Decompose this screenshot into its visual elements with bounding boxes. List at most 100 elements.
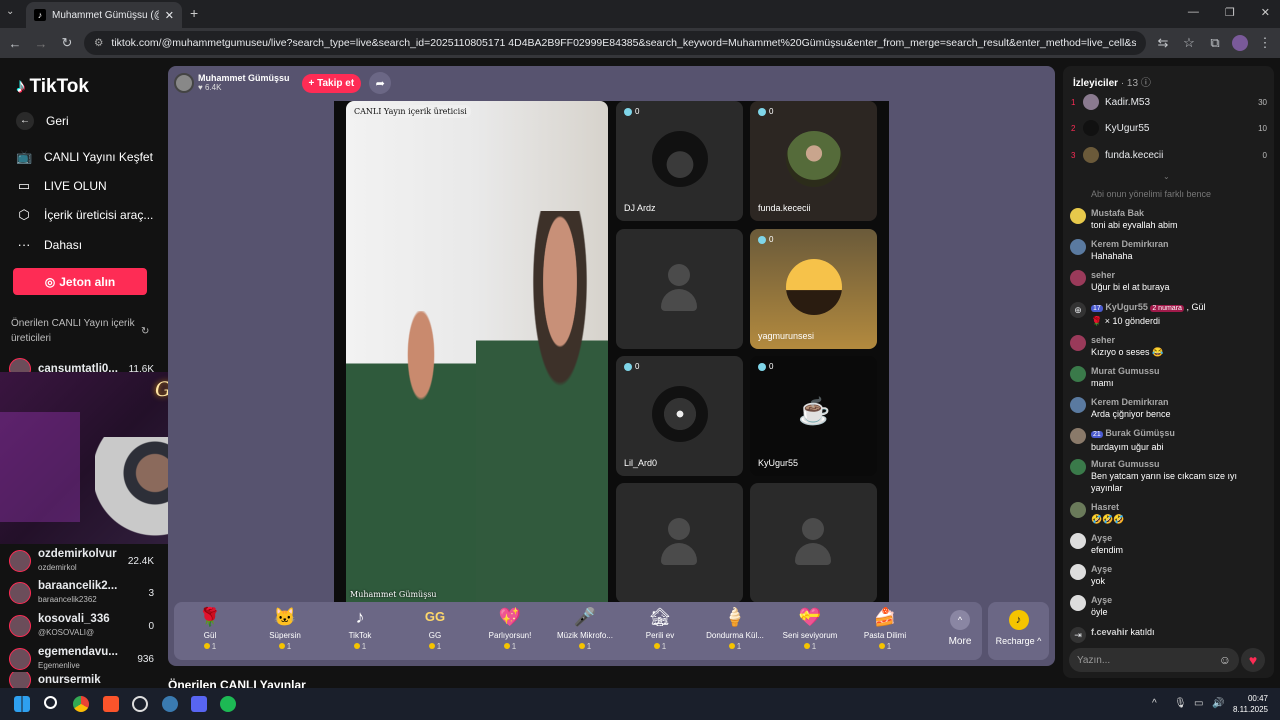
chat-username[interactable]: Kerem Demirkıran: [1091, 396, 1171, 408]
network-app-icon[interactable]: [162, 696, 178, 712]
empty-seat[interactable]: [616, 483, 743, 603]
gift-gg[interactable]: GG GG 1: [399, 606, 471, 658]
chat-username[interactable]: seher: [1091, 269, 1170, 281]
site-info-icon[interactable]: ⚙: [94, 37, 103, 49]
tab-list-button[interactable]: ⌄: [6, 6, 14, 17]
gift-supersin[interactable]: 🐱 Süpersin 1: [249, 606, 321, 658]
guest-seat[interactable]: 0 ☕ KyUgur55: [750, 356, 877, 476]
back-arrow-icon[interactable]: ←: [6, 36, 24, 51]
chat-username[interactable]: Kerem Demirkıran: [1091, 238, 1169, 250]
volume-tray-icon[interactable]: 🔊: [1212, 698, 1224, 709]
avatar[interactable]: [1070, 459, 1086, 475]
suggested-creator[interactable]: ozdemirkolvur ozdemirkol 22.4K: [9, 546, 154, 576]
share-icon[interactable]: ➦: [369, 72, 392, 94]
back-link[interactable]: ← Geri: [16, 112, 69, 130]
more-gifts-button[interactable]: ^ More: [940, 610, 980, 647]
chat-username[interactable]: Ayşe: [1091, 594, 1112, 606]
avatar[interactable]: [1070, 564, 1086, 580]
avatar[interactable]: [1070, 502, 1086, 518]
avatar[interactable]: [1070, 533, 1086, 549]
reload-icon[interactable]: ↻: [58, 35, 76, 51]
chat-username[interactable]: Murat Gumussu: [1091, 365, 1160, 377]
guest-seat[interactable]: 0 DJ Ardz: [616, 101, 743, 221]
sidebar-item-creator-tools[interactable]: ⬡ İçerik üreticisi araç...: [16, 207, 153, 223]
gift-microphone[interactable]: 🎤 Müzik Mikrofo... 1: [549, 606, 621, 658]
recharge-button[interactable]: ♪ Recharge ^: [988, 602, 1049, 660]
empty-seat[interactable]: [616, 229, 743, 349]
brave-icon[interactable]: [103, 696, 119, 712]
search-icon[interactable]: [44, 696, 57, 709]
chat-username[interactable]: Ayşe: [1091, 532, 1123, 544]
top-viewer-row[interactable]: 1 Kadir.M53 30: [1071, 93, 1267, 111]
avatar[interactable]: [1070, 366, 1086, 382]
tiktok-logo[interactable]: ♪ TikTok: [16, 76, 89, 98]
display-tray-icon[interactable]: ▭: [1194, 698, 1203, 709]
gift-cake-slice[interactable]: 🍰 Pasta Dilimi 1: [849, 606, 921, 658]
spotify-icon[interactable]: [220, 696, 236, 712]
suggested-creator[interactable]: onursermik: [9, 672, 154, 688]
sidebar-item-more[interactable]: ··· Dahası: [16, 237, 83, 252]
minimize-icon[interactable]: —: [1188, 6, 1199, 19]
system-clock[interactable]: 00:47 8.11.2025: [1233, 693, 1268, 715]
guest-seat[interactable]: 0 yagmurunsesi: [750, 229, 877, 349]
collapse-viewers-icon[interactable]: ⌄: [1163, 172, 1170, 181]
suggested-creator[interactable]: baraancelik2... baraancelik2362 3: [9, 578, 154, 608]
chat-username[interactable]: Murat Gumussu: [1091, 458, 1270, 470]
gift-tiktok[interactable]: ♪ TikTok 1: [324, 606, 396, 658]
gift-love-you[interactable]: 💝 Seni seviyorum 1: [774, 606, 846, 658]
address-bar[interactable]: ⚙ tiktok.com/@muhammetgumuseu/live?searc…: [84, 31, 1146, 55]
forward-arrow-icon[interactable]: →: [32, 36, 50, 51]
close-tab-icon[interactable]: ✕: [165, 9, 174, 22]
gift-ice-cream[interactable]: 🍦 Dondurma Kül... 1: [699, 606, 771, 658]
info-icon[interactable]: ⓘ: [1141, 78, 1151, 89]
chat-input[interactable]: Yazın... ☺: [1069, 648, 1239, 672]
host-avatar[interactable]: [174, 73, 194, 93]
avatar[interactable]: [1070, 335, 1086, 351]
browser-tab[interactable]: ♪ Muhammet Gümüşsu (@m ✕: [26, 2, 182, 28]
top-viewer-row[interactable]: 3 funda.kececii 0: [1071, 146, 1267, 164]
chat-username[interactable]: KyUgur55: [1105, 302, 1148, 312]
refresh-icon[interactable]: ↻: [141, 326, 149, 337]
host-video[interactable]: CANLI Yayın içerik üreticisi Muhammet Gü…: [346, 101, 608, 603]
get-coins-button[interactable]: ◎ Jeton alın: [13, 268, 147, 295]
avatar[interactable]: [1070, 270, 1086, 286]
chat-username[interactable]: Ayşe: [1091, 563, 1112, 575]
tray-chevron-icon[interactable]: ^: [1152, 698, 1157, 709]
microphone-tray-icon[interactable]: 🎙: [1174, 698, 1187, 709]
discord-icon[interactable]: [191, 696, 207, 712]
avatar[interactable]: [1070, 239, 1086, 255]
avatar[interactable]: [1070, 208, 1086, 224]
avatar[interactable]: [1070, 428, 1086, 444]
emoji-icon[interactable]: ☺: [1219, 653, 1231, 667]
restore-icon[interactable]: ❐: [1225, 6, 1235, 19]
like-heart-button[interactable]: ♥: [1241, 648, 1265, 672]
gift-haunted-house[interactable]: 🏚 Perili ev 1: [624, 606, 696, 658]
chrome-icon[interactable]: [73, 696, 89, 712]
translate-icon[interactable]: ⇆: [1154, 35, 1172, 51]
avatar[interactable]: [1070, 397, 1086, 413]
chat-username[interactable]: Hasret: [1091, 501, 1125, 513]
sidebar-item-go-live[interactable]: ▭ LIVE OLUN: [16, 178, 107, 194]
suggested-creator[interactable]: kosovali_336 @KOSOVALI@ 0: [9, 611, 154, 641]
avatar[interactable]: [1070, 595, 1086, 611]
empty-seat[interactable]: [750, 483, 877, 603]
extensions-icon[interactable]: ⧉: [1206, 35, 1224, 51]
guest-seat[interactable]: 0 funda.kececii: [750, 101, 877, 221]
chat-username[interactable]: Burak Gümüşsu: [1105, 428, 1175, 438]
top-viewer-row[interactable]: 2 KyUgur55 10: [1071, 119, 1267, 137]
joined-username[interactable]: f.cevahir: [1091, 627, 1128, 637]
new-tab-button[interactable]: +: [190, 5, 198, 21]
app-icon[interactable]: [132, 696, 148, 712]
bookmark-star-icon[interactable]: ☆: [1180, 35, 1198, 51]
guest-seat[interactable]: 0 Lil_Ard0: [616, 356, 743, 476]
sidebar-item-explore-live[interactable]: 📺 CANLI Yayını Keşfet: [16, 149, 153, 165]
chat-username[interactable]: seher: [1091, 334, 1163, 346]
gift-parliyorsun[interactable]: 💖 Parlıyorsun! 1: [474, 606, 546, 658]
windows-start-icon[interactable]: [14, 696, 30, 712]
profile-avatar[interactable]: [1232, 35, 1248, 51]
gift-rose[interactable]: 🌹 Gül 1: [174, 606, 246, 658]
host-name[interactable]: Muhammet Gümüşsu ♥ 6.4K: [198, 73, 290, 93]
follow-button[interactable]: + Takip et: [301, 73, 362, 93]
browser-menu-icon[interactable]: ⋮: [1256, 35, 1274, 51]
suggested-creator[interactable]: egemendavu... Egemenlive 936: [9, 644, 154, 674]
